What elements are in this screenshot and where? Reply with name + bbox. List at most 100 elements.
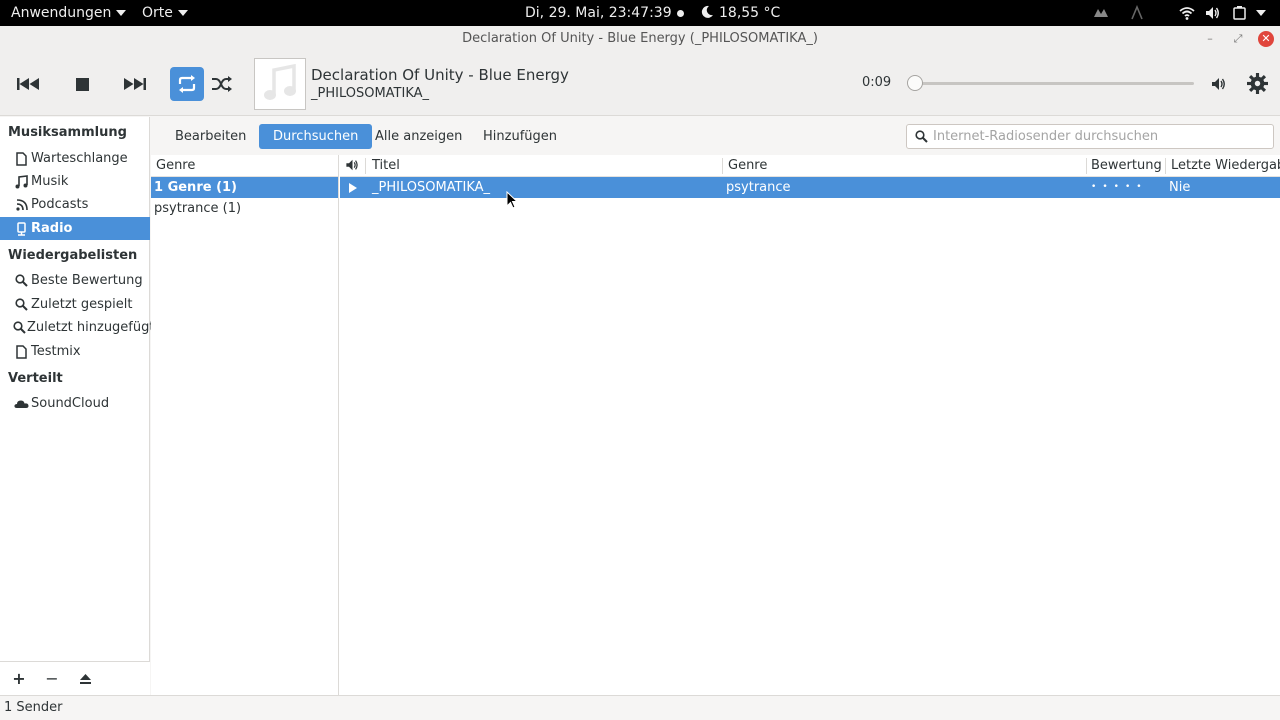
source-toolbar: Bearbeiten Durchsuchen Alle anzeigen Hin…	[151, 117, 1280, 155]
wifi-icon[interactable]	[1179, 5, 1195, 21]
remove-source-button[interactable]: −	[37, 666, 67, 692]
player-toolbar: Declaration Of Unity - Blue Energy _PHIL…	[0, 52, 1280, 116]
play-indicator-icon	[349, 183, 357, 193]
last-played-column-header[interactable]: Letzte Wiedergabe	[1171, 155, 1280, 177]
add-station-button[interactable]: Hinzufügen	[469, 124, 571, 149]
search-icon	[13, 272, 30, 289]
music-note-icon	[264, 64, 296, 100]
station-list: Titel Genre Bewertung Letzte Wiedergabe …	[340, 155, 1280, 695]
mouse-cursor-icon	[506, 191, 518, 209]
stop-button[interactable]	[65, 67, 99, 101]
window-title: Declaration Of Unity - Blue Energy (_PHI…	[462, 31, 818, 46]
search-box[interactable]	[906, 124, 1274, 149]
rating-star-icon: •	[1136, 182, 1148, 192]
genre-column-header[interactable]: Genre	[151, 155, 338, 177]
moon-icon	[701, 5, 713, 18]
section-header-library: Musiksammlung	[8, 125, 127, 140]
dropdown-arrow-icon	[116, 10, 127, 16]
music-note-icon	[13, 173, 30, 190]
weather-indicator[interactable]: 18,55 °C	[700, 0, 780, 26]
top-panel: Anwendungen Orte Di, 29. Mai, 23:47:39 1…	[0, 0, 1280, 26]
close-icon[interactable]: ✕	[1258, 31, 1274, 47]
stop-icon	[75, 77, 89, 91]
sidebar-item-testmix[interactable]: Testmix	[0, 340, 150, 363]
shuffle-toggle[interactable]	[205, 67, 239, 101]
window-titlebar[interactable]: Declaration Of Unity - Blue Energy (_PHI…	[0, 26, 1280, 52]
sidebar-actions: + −	[0, 661, 150, 695]
sidebar-item-label: Musik	[31, 174, 69, 189]
seek-handle[interactable]	[907, 75, 923, 91]
eject-button[interactable]	[70, 666, 100, 692]
tray-app-icon[interactable]	[1093, 5, 1109, 21]
sidebar-item-top-rated[interactable]: Beste Bewertung	[0, 269, 150, 292]
now-playing-artist: _PHILOSOMATIKA_	[311, 86, 430, 101]
volume-icon[interactable]	[1211, 76, 1227, 92]
previous-button[interactable]	[11, 67, 45, 101]
elapsed-time: 0:09	[862, 75, 892, 90]
battery-icon[interactable]	[1232, 5, 1248, 21]
title-column-header[interactable]: Titel	[372, 155, 400, 177]
applications-menu-label: Anwendungen	[11, 5, 112, 21]
genre-row[interactable]: psytrance (1)	[151, 198, 338, 219]
document-icon	[13, 343, 30, 360]
rating-stars[interactable]: •••••	[1091, 177, 1148, 198]
sidebar-item-label: Radio	[31, 221, 73, 236]
station-title: _PHILOSOMATIKA_	[372, 180, 491, 195]
repeat-toggle[interactable]	[170, 67, 204, 101]
genre-browser: Genre 1 Genre (1) psytrance (1)	[151, 155, 339, 695]
places-menu-label: Orte	[142, 5, 173, 21]
search-icon	[13, 319, 26, 336]
maximize-icon[interactable]: ⤢	[1230, 31, 1246, 47]
radio-icon	[13, 220, 30, 237]
sidebar-item-queue[interactable]: Warteschlange	[0, 147, 150, 170]
sidebar-item-music[interactable]: Musik	[0, 170, 150, 193]
applications-menu[interactable]: Anwendungen	[11, 0, 127, 26]
minimize-icon[interactable]: –	[1202, 31, 1218, 47]
sidebar-item-label: Zuletzt gespielt	[31, 297, 133, 312]
tray-app-icon[interactable]	[1129, 5, 1145, 21]
rating-star-icon: •	[1113, 182, 1125, 192]
sidebar-item-soundcloud[interactable]: SoundCloud	[0, 392, 150, 415]
search-icon	[915, 130, 928, 143]
shuffle-icon	[212, 76, 232, 92]
now-playing-title: Declaration Of Unity - Blue Energy	[311, 66, 569, 84]
rating-column-header[interactable]: Bewertung	[1091, 155, 1162, 177]
browse-button[interactable]: Durchsuchen	[259, 124, 373, 149]
search-input[interactable]	[933, 126, 1268, 147]
genre-column-header[interactable]: Genre	[728, 155, 767, 177]
dropdown-arrow-icon	[177, 10, 188, 16]
eject-icon	[79, 674, 91, 684]
system-menu-arrow-icon[interactable]	[1256, 10, 1266, 16]
add-source-button[interactable]: +	[4, 666, 34, 692]
rating-star-icon: •	[1124, 182, 1137, 192]
repeat-icon	[178, 75, 196, 93]
clock[interactable]: Di, 29. Mai, 23:47:39	[525, 0, 684, 26]
sidebar-item-recently-played[interactable]: Zuletzt gespielt	[0, 293, 150, 316]
gear-icon[interactable]	[1247, 73, 1268, 94]
table-row[interactable]: _PHILOSOMATIKA_ psytrance ••••• Nie	[340, 177, 1280, 198]
skip-back-icon	[17, 78, 39, 90]
sidebar-item-label: Zuletzt hinzugefügt	[27, 320, 155, 335]
cloud-icon	[13, 395, 30, 412]
seek-bar[interactable]	[913, 82, 1194, 85]
search-icon	[13, 296, 30, 313]
sidebar-item-radio[interactable]: Radio	[0, 217, 150, 240]
genre-row-all[interactable]: 1 Genre (1)	[151, 177, 338, 198]
station-genre: psytrance	[726, 180, 791, 195]
sidebar-item-podcasts[interactable]: Podcasts	[0, 193, 150, 216]
column-separator	[722, 158, 723, 174]
next-button[interactable]	[118, 67, 152, 101]
playing-column-volume-icon	[346, 159, 358, 171]
places-menu[interactable]: Orte	[142, 0, 188, 26]
notification-dot-icon	[676, 9, 684, 17]
edit-button[interactable]: Bearbeiten	[161, 124, 260, 149]
show-all-button[interactable]: Alle anzeigen	[361, 124, 476, 149]
sidebar-item-label: Beste Bewertung	[31, 273, 143, 288]
sidebar-item-recently-added[interactable]: Zuletzt hinzugefügt	[0, 316, 154, 339]
volume-icon[interactable]	[1204, 5, 1220, 21]
sidebar: Musiksammlung Warteschlange Musik Podcas…	[0, 117, 154, 695]
column-separator	[365, 158, 366, 174]
weather-label: 18,55 °C	[719, 5, 781, 21]
station-last-played: Nie	[1169, 180, 1191, 195]
sidebar-item-label: Testmix	[31, 344, 81, 359]
